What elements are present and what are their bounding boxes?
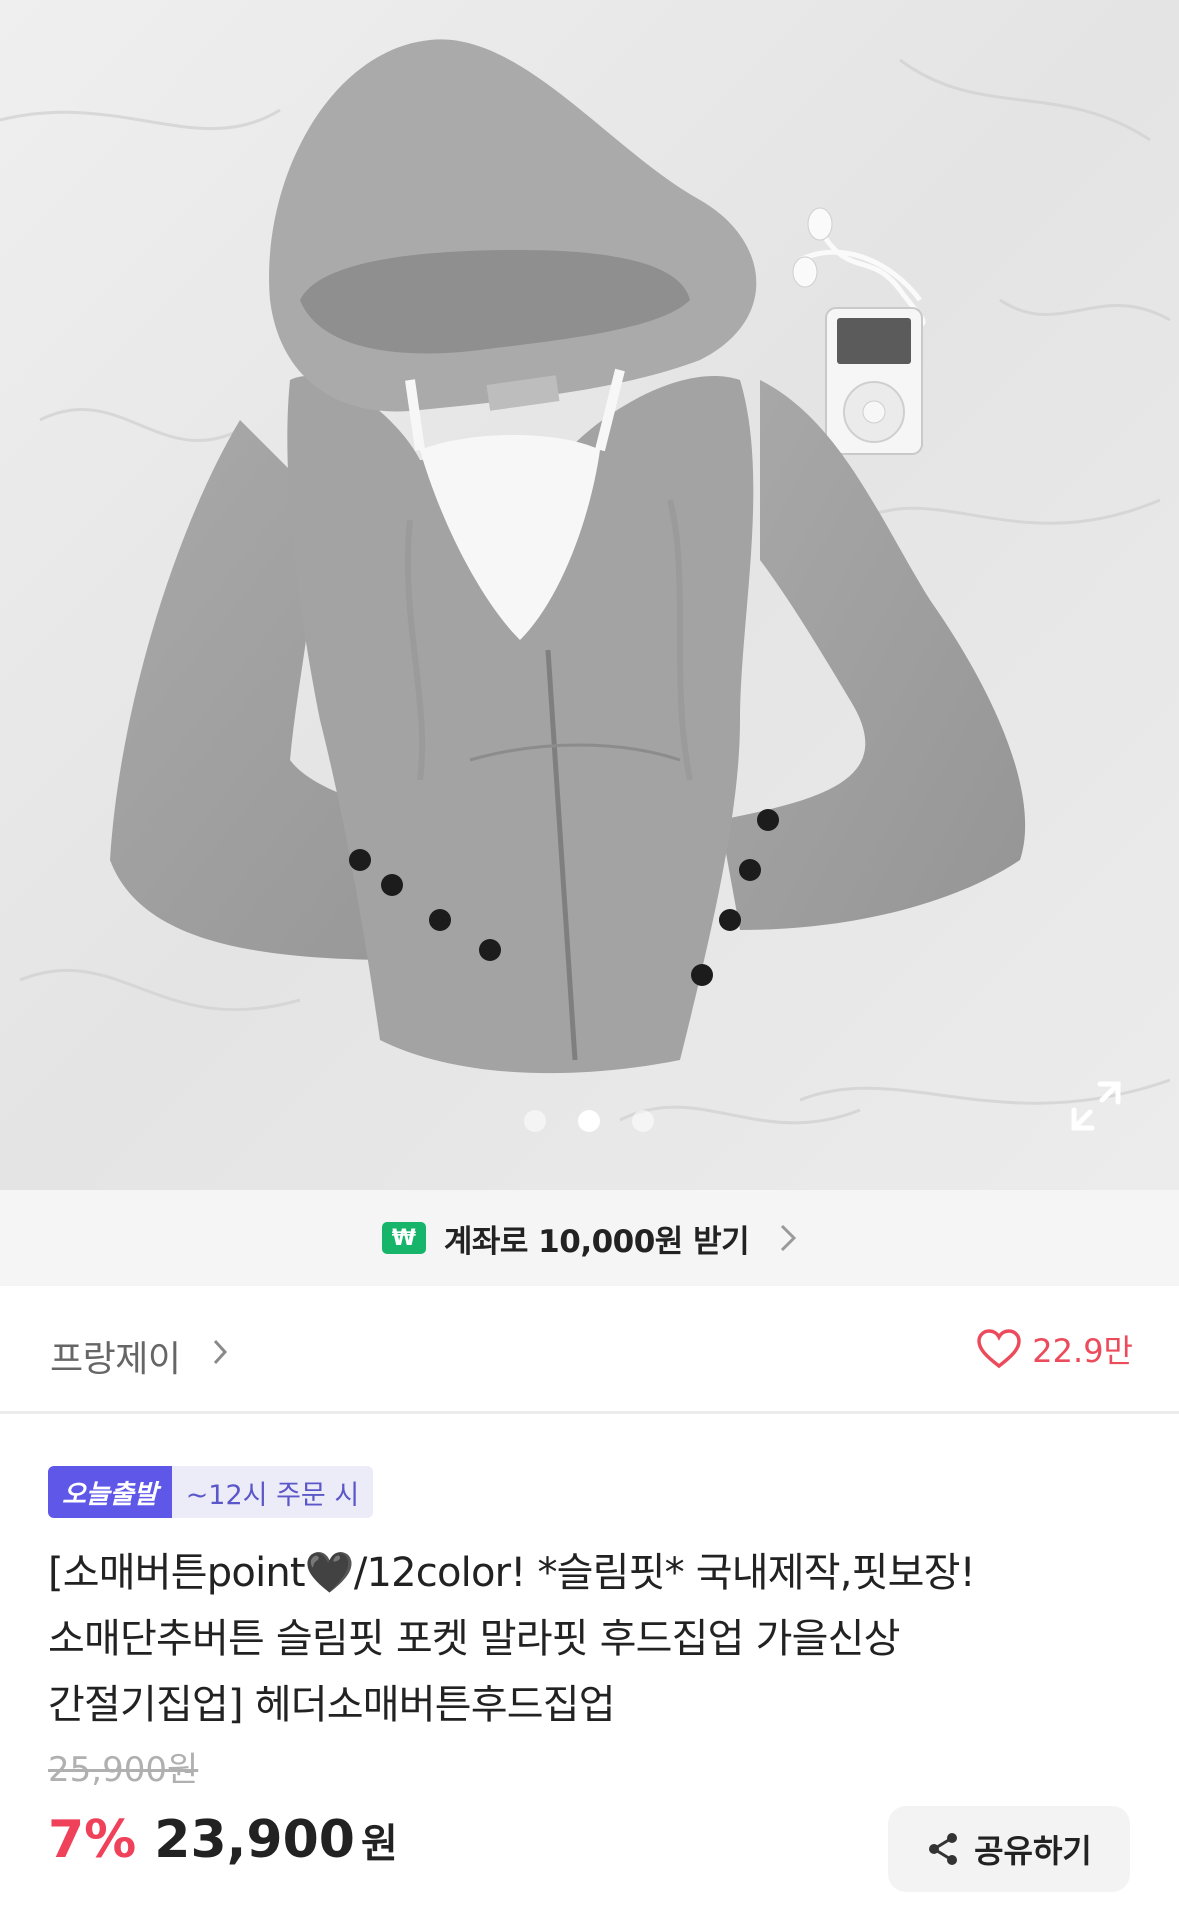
expand-icon[interactable] [1068, 1078, 1124, 1134]
like-count: 22.9만 [1032, 1332, 1133, 1370]
chevron-right-icon [781, 1224, 797, 1252]
promo-text: 계좌로 10,000원 받기 [443, 1223, 750, 1260]
gallery-pagination [0, 1110, 1179, 1134]
gallery-dot[interactable] [524, 1110, 546, 1132]
original-price: 25,900원 [48, 1750, 199, 1790]
store-row: 프랑제이 22.9만 [0, 1286, 1179, 1414]
product-title-line: [소매버튼point🖤/12color! *슬림핏* 국내제작,핏보장! [48, 1550, 976, 1596]
product-title-line: 간절기집업] 헤더소매버튼후드집업 [48, 1682, 616, 1728]
delivery-badges: 오늘출발 ~12시 주문 시 [48, 1466, 374, 1518]
share-icon [929, 1833, 958, 1865]
sale-price-row: 7% 23,900 원 [48, 1810, 398, 1870]
heart-icon [977, 1329, 1022, 1369]
price-unit: 원 [360, 1821, 398, 1867]
product-title-line: 소매단추버튼 슬림핏 포켓 말라핏 후드집업 가을신상 [48, 1616, 900, 1662]
order-cutoff-badge: ~12시 주문 시 [171, 1466, 374, 1518]
share-button[interactable]: 공유하기 [888, 1806, 1130, 1892]
product-image-gallery[interactable] [0, 0, 1179, 1190]
share-label: 공유하기 [974, 1832, 1092, 1870]
discount-rate: 7% [48, 1810, 137, 1870]
store-name-link[interactable]: 프랑제이 [50, 1330, 181, 1382]
today-shipping-badge: 오늘출발 [48, 1466, 172, 1518]
product-title: [소매버튼point🖤/12color! *슬림핏* 국내제작,핏보장! 소매단… [48, 1540, 1138, 1738]
gallery-dot-active[interactable] [578, 1110, 600, 1132]
account-payment-promo-banner[interactable]: ₩ 계좌로 10,000원 받기 [0, 1190, 1179, 1286]
chevron-right-icon[interactable] [212, 1338, 228, 1366]
like-button[interactable]: 22.9만 [976, 1326, 1133, 1372]
product-photo [0, 0, 1179, 1190]
sale-price: 23,900 [154, 1810, 355, 1870]
gallery-dot[interactable] [632, 1110, 654, 1132]
won-icon: ₩ [381, 1222, 426, 1254]
